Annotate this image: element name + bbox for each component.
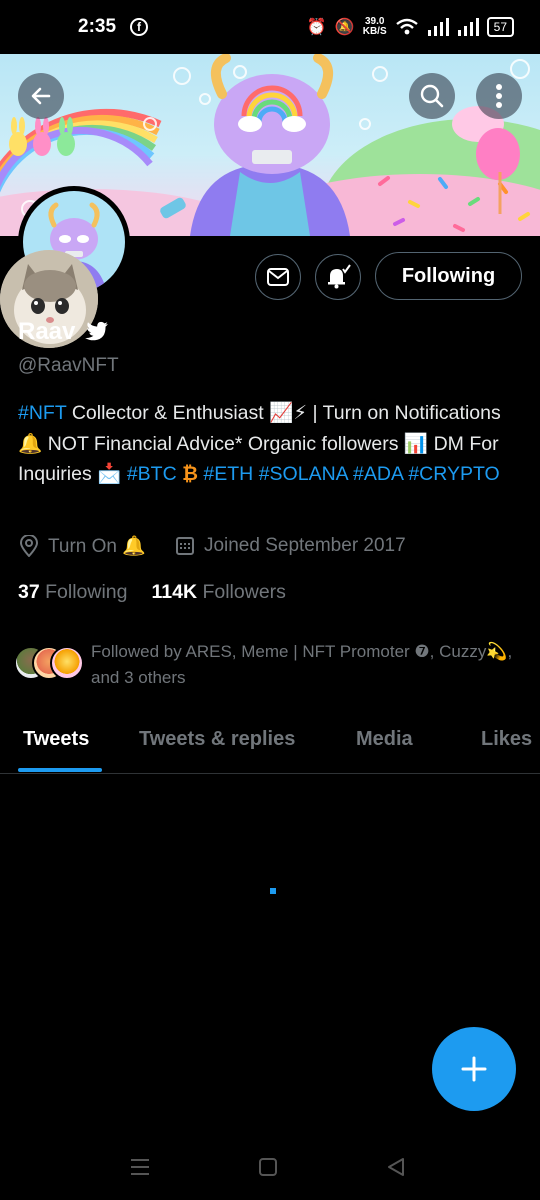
following-count-link[interactable]: 37 Following	[18, 581, 128, 604]
follower-avatar	[50, 646, 84, 680]
bio-hashtag[interactable]: #BTC	[127, 463, 177, 485]
message-button[interactable]	[255, 254, 301, 300]
menu-nav-icon[interactable]	[130, 1158, 150, 1176]
alarm-icon: ⏰	[306, 19, 327, 36]
signal-icon-1	[427, 18, 449, 36]
bell-notify-icon	[328, 264, 351, 289]
profile-location: Turn On 🔔	[48, 536, 146, 557]
followed-by-section[interactable]: Followed by ARES, Meme | NFT Promoter ❼,…	[14, 642, 524, 691]
bio-hashtag[interactable]: #NFT	[18, 402, 66, 424]
wifi-icon	[395, 18, 418, 35]
active-tab-indicator	[18, 768, 102, 772]
system-nav-bar	[0, 1130, 540, 1200]
followers-count-link[interactable]: 114K Followers	[152, 581, 286, 604]
notifications-button[interactable]	[315, 254, 361, 300]
tab-media[interactable]: Media	[356, 728, 413, 751]
mail-icon	[267, 268, 289, 286]
tab-tweets[interactable]: Tweets	[23, 728, 89, 751]
bio-hashtag[interactable]: #ETH	[203, 463, 253, 485]
location-icon	[18, 535, 40, 557]
search-icon	[420, 84, 444, 108]
home-nav-icon[interactable]	[258, 1157, 278, 1177]
followers-label: Followers	[202, 581, 286, 603]
follow-counts: 37 Following 114K Followers	[18, 581, 286, 604]
status-time: 2:35	[78, 16, 117, 37]
network-speed-unit: KB/S	[362, 26, 387, 37]
profile-handle: @RaavNFT	[18, 355, 119, 376]
followed-by-text: Followed by ARES, Meme | NFT Promoter ❼,…	[91, 642, 513, 687]
profile-tabs: Tweets Tweets & replies Media Likes	[0, 718, 540, 774]
back-button[interactable]	[18, 73, 64, 119]
bio-text: ₿	[176, 463, 204, 485]
profile-joined-date: Joined September 2017	[203, 535, 406, 556]
profile-bio: #NFT Collector & Enthusiast 📈⚡ | Turn on…	[18, 398, 522, 490]
bio-hashtag[interactable]: #CRYPTO	[408, 463, 499, 485]
battery-indicator: 57	[486, 17, 514, 37]
mute-icon: 🔕	[334, 19, 355, 36]
profile-meta: Turn On 🔔 Joined September 2017	[18, 534, 406, 558]
compose-plus-icon	[461, 1056, 487, 1082]
profile-name: Raav	[18, 318, 76, 345]
followers-count: 114K	[151, 581, 198, 603]
bio-hashtag[interactable]: #SOLANA	[259, 463, 348, 485]
tab-likes[interactable]: Likes	[481, 728, 532, 751]
more-options-button[interactable]	[476, 73, 522, 119]
facebook-notification-icon: f	[130, 18, 149, 36]
status-bar: 2:35 f ⏰ 🔕 39.0 KB/S 57	[0, 0, 540, 54]
signal-icon-2	[457, 18, 479, 36]
calendar-icon	[174, 535, 196, 557]
following-count: 37	[18, 581, 40, 603]
loading-spinner	[270, 888, 276, 894]
status-right-group: ⏰ 🔕 39.0 KB/S 57	[307, 17, 514, 37]
network-speed: 39.0 KB/S	[363, 17, 387, 37]
following-button[interactable]: Following	[375, 252, 522, 300]
following-label: Following	[45, 581, 128, 603]
back-nav-icon[interactable]	[386, 1157, 406, 1177]
tab-tweets-and-replies[interactable]: Tweets & replies	[139, 728, 295, 751]
bio-hashtag[interactable]: #ADA	[353, 463, 403, 485]
search-button[interactable]	[409, 73, 455, 119]
twitter-bird-icon	[85, 321, 109, 341]
compose-tweet-button[interactable]	[432, 1027, 516, 1111]
back-arrow-icon	[31, 87, 51, 105]
profile-name-row: Raav	[18, 318, 109, 346]
more-icon	[496, 84, 502, 108]
followed-by-avatars	[14, 642, 84, 680]
